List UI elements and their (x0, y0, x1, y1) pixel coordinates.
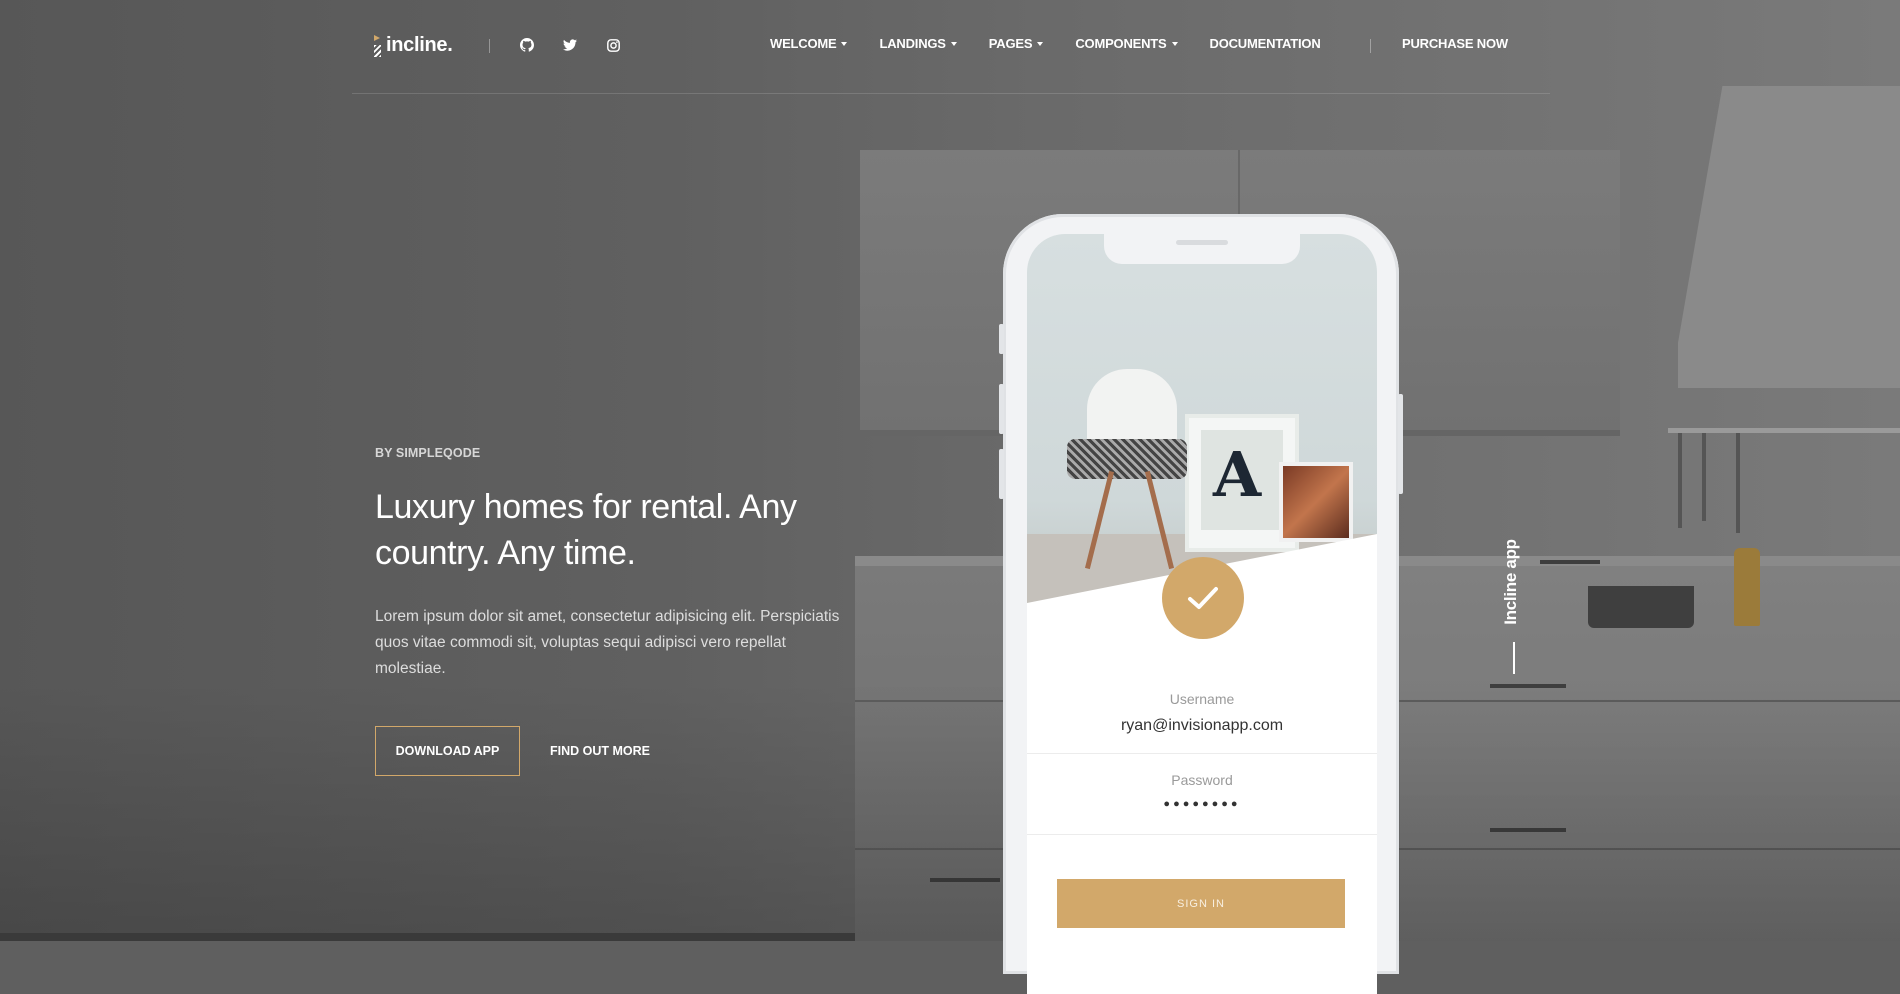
nav-welcome[interactable]: WELCOME (770, 36, 848, 51)
cooking-pot (1588, 586, 1694, 628)
brand-name: incline. (386, 34, 453, 56)
blanket (1067, 439, 1187, 479)
phone-mockup: A Username ryan@invisionapp.com Password… (999, 214, 1403, 994)
hero-eyebrow: BY SIMPLEQODE (375, 446, 481, 460)
brand-logo[interactable]: incline. (374, 34, 453, 57)
logo-mark-icon (374, 34, 382, 57)
incline-app-label: Incline app (1500, 539, 1520, 625)
github-icon[interactable] (519, 37, 535, 53)
drawer-handle (1540, 560, 1600, 564)
phone-power-button (1398, 394, 1403, 494)
field-divider (1027, 753, 1377, 754)
nav-components[interactable]: COMPONENTS (1075, 36, 1178, 51)
caret-down-icon (1037, 41, 1044, 46)
main-nav: WELCOME LANDINGS PAGES COMPONENTS DOCUME… (770, 36, 1353, 51)
sign-in-button[interactable]: SIGN IN (1057, 879, 1345, 928)
caret-down-icon (950, 41, 957, 46)
phone-notch (1104, 234, 1300, 264)
vertical-line (1513, 642, 1515, 674)
username-label: Username (1169, 691, 1235, 707)
bottom-strip (0, 933, 855, 941)
password-field[interactable]: ●●●●●●●● (1027, 798, 1377, 810)
instagram-icon[interactable] (605, 37, 621, 53)
nav-label: COMPONENTS (1075, 36, 1167, 51)
username-field[interactable]: ryan@invisionapp.com (1027, 717, 1377, 735)
nav-label: PAGES (988, 36, 1033, 51)
nav-pages[interactable]: PAGES (989, 36, 1044, 51)
find-out-more-link[interactable]: FIND OUT MORE (550, 744, 650, 758)
caret-down-icon (841, 41, 848, 46)
download-app-button[interactable]: DOWNLOAD APP (375, 726, 520, 776)
background-shade (0, 681, 1900, 941)
field-divider (1027, 834, 1377, 835)
nav-label: LANDINGS (879, 36, 946, 51)
frame-letter: A (1213, 438, 1262, 511)
nav-label: DOCUMENTATION (1209, 36, 1321, 51)
site-header: incline. WELCOME LANDINGS PAGES COMPONEN… (352, 0, 1550, 94)
caret-down-icon (1171, 41, 1178, 46)
password-label: Password (1171, 772, 1233, 788)
phone-screen: A Username ryan@invisionapp.com Password… (1027, 234, 1377, 994)
hero-section: BY SIMPLEQODE Luxury homes for rental. A… (375, 446, 855, 776)
header-divider (489, 39, 490, 53)
nav-landings[interactable]: LANDINGS (879, 36, 957, 51)
phone-side-button (999, 324, 1004, 354)
twitter-icon[interactable] (562, 37, 578, 53)
utensil (1678, 433, 1682, 528)
oil-bottle (1734, 548, 1760, 626)
hero-buttons: DOWNLOAD APP FIND OUT MORE (375, 726, 855, 776)
utensil (1702, 433, 1706, 521)
phone-side-button (999, 384, 1004, 434)
nav-documentation[interactable]: DOCUMENTATION (1210, 36, 1321, 51)
hero-description: Lorem ipsum dolor sit amet, consectetur … (375, 608, 840, 677)
nav-label: WELCOME (770, 36, 837, 51)
hero-title: Luxury homes for rental. Any country. An… (375, 488, 797, 572)
phone-side-button (999, 449, 1004, 499)
vertical-label: Incline app (1500, 539, 1524, 628)
header-divider (1370, 39, 1371, 53)
utensil (1736, 433, 1740, 533)
checkmark-icon (1162, 557, 1244, 639)
purchase-now-link[interactable]: PURCHASE NOW (1402, 36, 1508, 51)
art-frame (1279, 462, 1353, 542)
